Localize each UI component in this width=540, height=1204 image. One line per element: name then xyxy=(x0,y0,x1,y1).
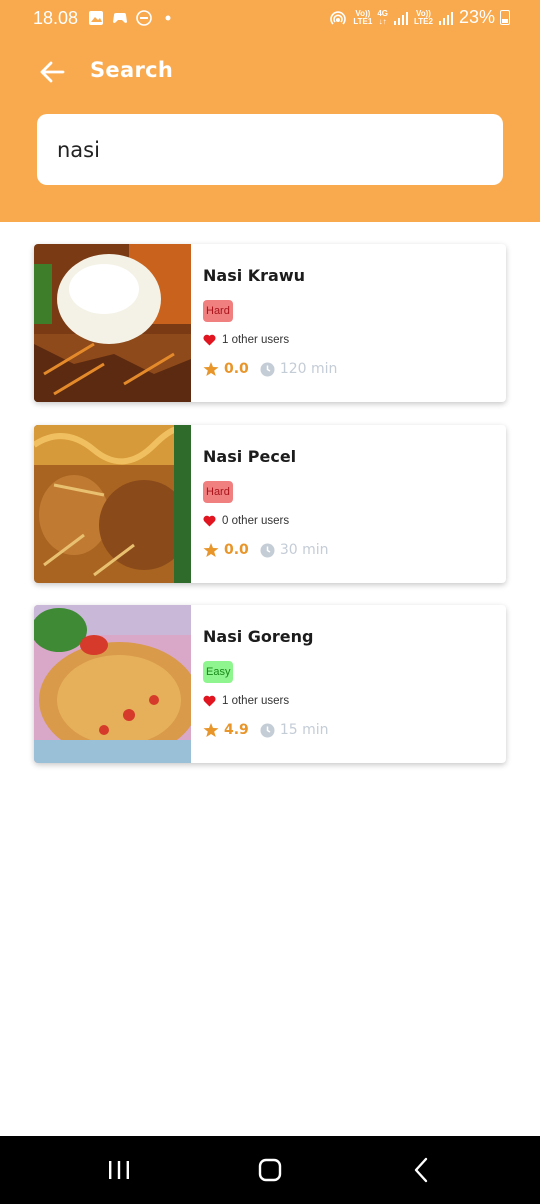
difficulty-badge: Easy xyxy=(203,661,234,683)
likes-row: 1 other users xyxy=(203,334,289,346)
recipe-card[interactable]: Nasi Krawu Hard 1 other users 0.0 120 mi… xyxy=(34,244,506,402)
star-icon xyxy=(203,362,219,376)
recipe-card[interactable]: Nasi Pecel Hard 0 other users 0.0 30 min xyxy=(34,425,506,583)
back-arrow-icon[interactable] xyxy=(38,58,66,86)
clock-icon xyxy=(260,723,275,737)
status-bar: 18.08 Vo)) LTE1 4G ↓↑ Vo)) LTE2 23% xyxy=(0,0,540,38)
recipe-name: Nasi Pecel xyxy=(203,447,297,466)
rating-value: 0.0 xyxy=(224,542,249,558)
sim2-bottom: LTE2 xyxy=(414,16,433,26)
heart-icon xyxy=(203,334,216,346)
recipe-meta: 4.9 15 min xyxy=(203,722,328,738)
recipe-name: Nasi Krawu xyxy=(203,266,306,285)
recipe-card[interactable]: Nasi Goreng Easy 1 other users 4.9 15 mi… xyxy=(34,605,506,763)
back-icon[interactable] xyxy=(407,1156,437,1184)
battery-percent: 23% xyxy=(458,7,495,27)
clock-icon xyxy=(260,543,275,557)
likes-row: 0 other users xyxy=(203,515,289,527)
recipe-image xyxy=(34,605,191,763)
rating-value: 0.0 xyxy=(224,361,249,377)
notification-dot-icon xyxy=(165,15,171,21)
header: 18.08 Vo)) LTE1 4G ↓↑ Vo)) LTE2 23% Sear… xyxy=(0,0,540,222)
do-not-disturb-icon xyxy=(136,10,152,26)
recipe-image xyxy=(34,244,191,402)
data-indicator: 4G ↓↑ xyxy=(377,9,388,26)
duration-value: 120 min xyxy=(279,361,338,377)
rating-value: 4.9 xyxy=(224,722,249,738)
signal-icon xyxy=(394,11,408,25)
star-icon xyxy=(203,543,219,557)
likes-row: 1 other users xyxy=(203,695,289,707)
gallery-icon xyxy=(89,11,103,25)
search-input[interactable] xyxy=(37,114,503,185)
hotspot-icon xyxy=(330,10,347,25)
duration-value: 30 min xyxy=(279,542,329,558)
sim2-volte: Vo)) LTE2 xyxy=(414,9,433,26)
recent-apps-icon[interactable] xyxy=(104,1156,134,1184)
battery-icon xyxy=(500,10,510,25)
difficulty-badge: Hard xyxy=(203,300,233,322)
data-arrows: ↓↑ xyxy=(378,16,387,26)
sim1-volte: Vo)) LTE1 xyxy=(353,9,373,26)
page-title: Search xyxy=(90,58,174,82)
status-time: 18.08 xyxy=(33,8,79,28)
recipe-image xyxy=(34,425,191,583)
heart-icon xyxy=(203,515,216,527)
likes-text: 1 other users xyxy=(222,695,290,707)
system-nav-bar xyxy=(0,1136,540,1204)
signal-icon xyxy=(438,11,453,25)
clock-icon xyxy=(260,362,275,376)
gamepad-icon xyxy=(113,13,127,23)
heart-icon xyxy=(203,695,216,707)
duration-value: 15 min xyxy=(279,722,329,738)
star-icon xyxy=(203,723,219,737)
status-right: Vo)) LTE1 4G ↓↑ Vo)) LTE2 23% xyxy=(328,7,510,28)
home-icon[interactable] xyxy=(255,1156,285,1184)
recipe-meta: 0.0 120 min xyxy=(203,361,337,377)
sim1-bottom: LTE1 xyxy=(353,16,373,26)
difficulty-badge: Hard xyxy=(203,481,233,503)
likes-text: 1 other users xyxy=(222,334,290,346)
recipe-name: Nasi Goreng xyxy=(203,627,314,646)
recipe-meta: 0.0 30 min xyxy=(203,542,328,558)
likes-text: 0 other users xyxy=(222,515,290,527)
